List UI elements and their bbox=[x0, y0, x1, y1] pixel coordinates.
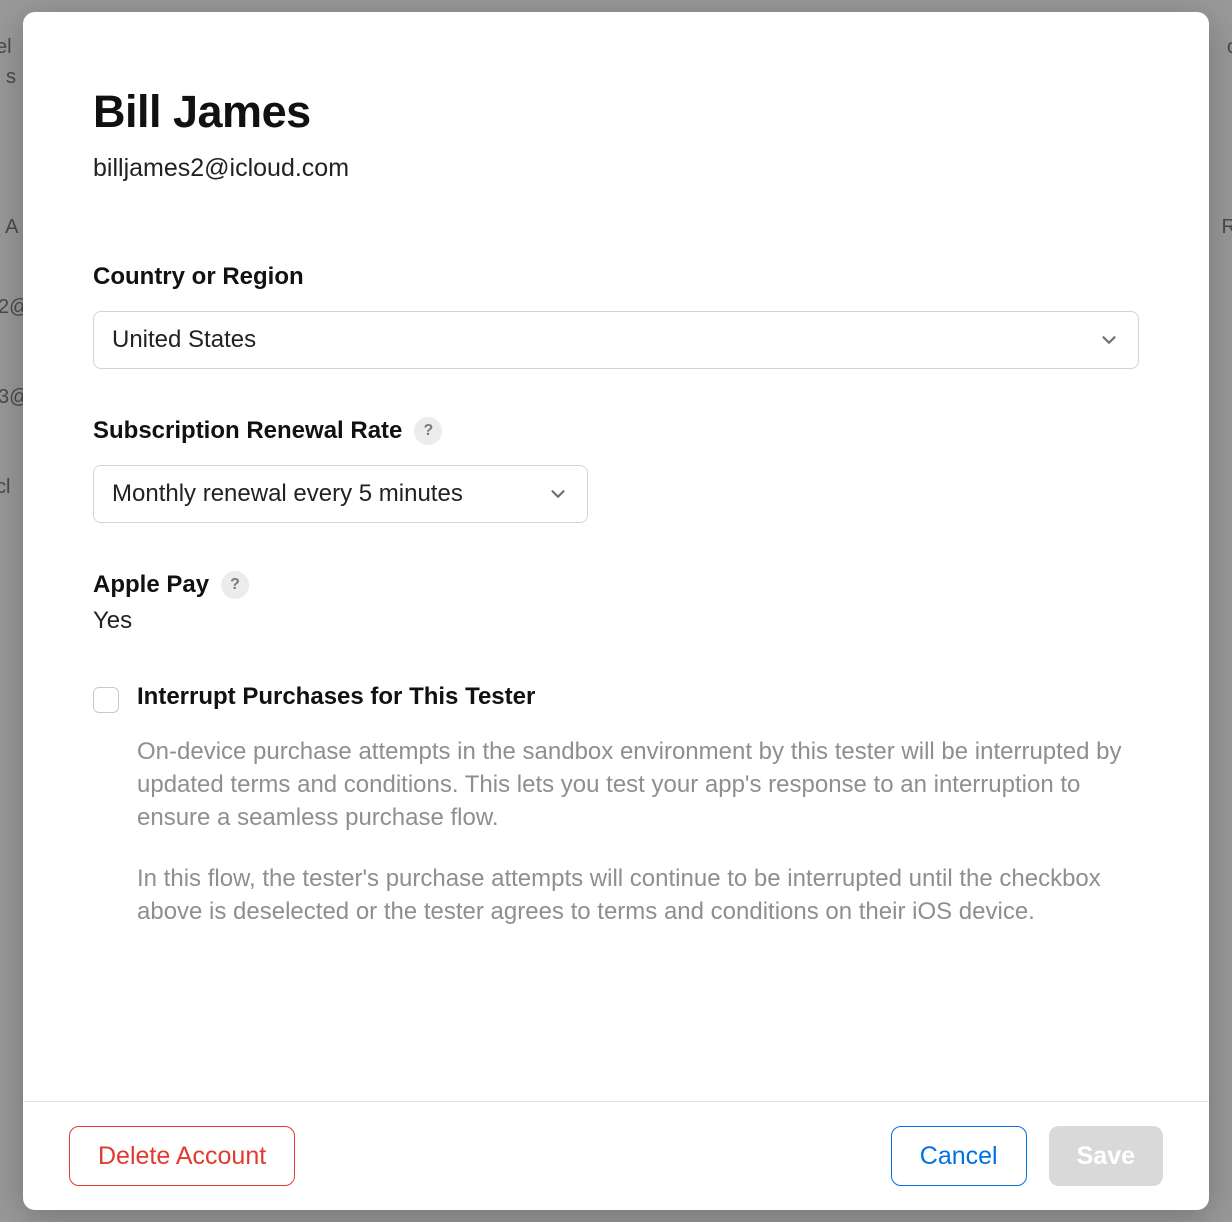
cancel-button[interactable]: Cancel bbox=[891, 1126, 1027, 1186]
interrupt-purchases-description: On-device purchase attempts in the sandb… bbox=[137, 735, 1139, 929]
country-region-field: Country or Region United States bbox=[93, 263, 1139, 369]
background-text: o bbox=[1227, 36, 1232, 59]
help-icon[interactable]: ? bbox=[221, 571, 249, 599]
apple-pay-label: Apple Pay bbox=[93, 571, 209, 599]
tester-name: Bill James bbox=[93, 86, 1139, 138]
background-text: ( A bbox=[0, 216, 18, 239]
interrupt-purchases-label: Interrupt Purchases for This Tester bbox=[137, 683, 535, 711]
country-region-value: United States bbox=[112, 326, 256, 354]
apple-pay-field: Apple Pay ? Yes bbox=[93, 571, 1139, 635]
help-icon[interactable]: ? bbox=[414, 417, 442, 445]
background-text: R bbox=[1222, 216, 1232, 239]
background-text: cl bbox=[0, 476, 10, 499]
country-region-label: Country or Region bbox=[93, 263, 304, 291]
interrupt-purchases-checkbox[interactable] bbox=[93, 687, 119, 713]
modal-footer: Delete Account Cancel Save bbox=[23, 1101, 1209, 1210]
interrupt-purchases-field: Interrupt Purchases for This Tester On-d… bbox=[93, 683, 1139, 929]
renewal-rate-field: Subscription Renewal Rate ? Monthly rene… bbox=[93, 417, 1139, 523]
country-region-select[interactable]: United States bbox=[93, 311, 1139, 369]
renewal-rate-value: Monthly renewal every 5 minutes bbox=[112, 480, 463, 508]
background-text: el bbox=[0, 36, 12, 59]
chevron-down-icon bbox=[547, 483, 569, 505]
background-text: s bbox=[6, 66, 16, 89]
tester-email: billjames2@icloud.com bbox=[93, 154, 1139, 183]
renewal-rate-select[interactable]: Monthly renewal every 5 minutes bbox=[93, 465, 588, 523]
save-button[interactable]: Save bbox=[1049, 1126, 1163, 1186]
chevron-down-icon bbox=[1098, 329, 1120, 351]
modal-body: Bill James billjames2@icloud.com Country… bbox=[23, 12, 1209, 1101]
tester-settings-modal: Bill James billjames2@icloud.com Country… bbox=[23, 12, 1209, 1210]
delete-account-button[interactable]: Delete Account bbox=[69, 1126, 295, 1186]
renewal-rate-label: Subscription Renewal Rate bbox=[93, 417, 402, 445]
apple-pay-value: Yes bbox=[93, 607, 1139, 635]
